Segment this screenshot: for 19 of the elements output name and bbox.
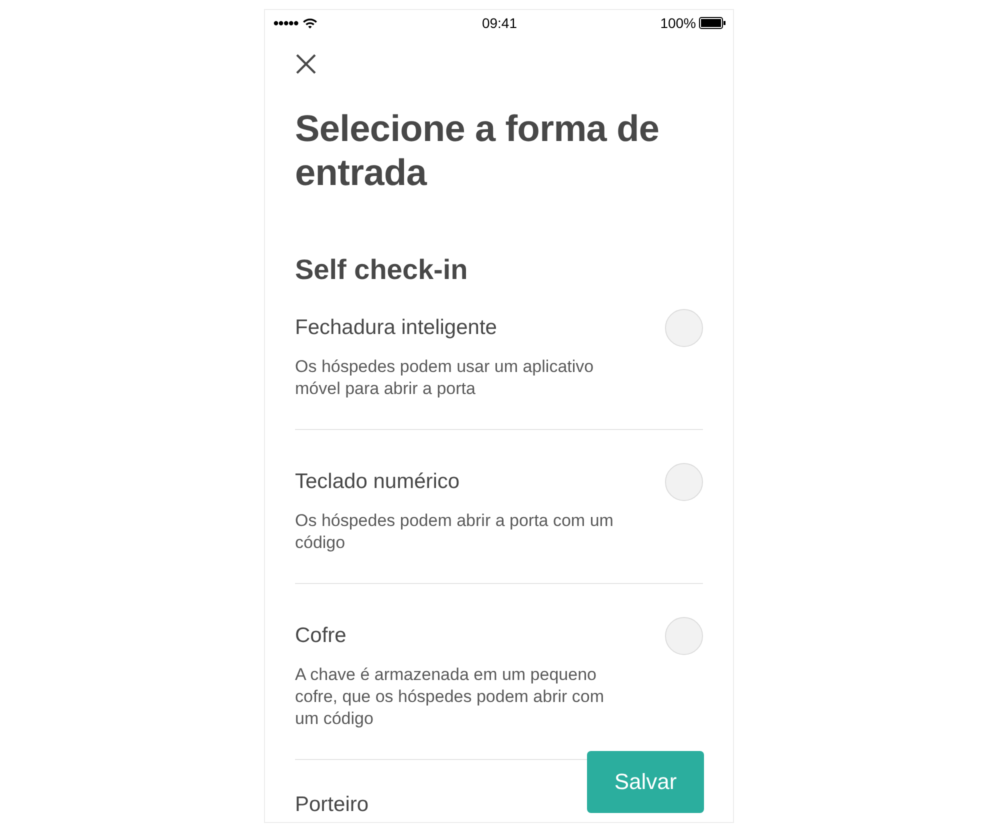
- battery-icon: [699, 17, 726, 29]
- save-button[interactable]: Salvar: [587, 751, 704, 813]
- signal-dots: ●●●●●: [273, 18, 298, 28]
- option-label: Teclado numérico: [295, 470, 460, 494]
- wifi-icon: [302, 17, 318, 29]
- battery-percent: 100%: [660, 15, 696, 31]
- radio-button[interactable]: [665, 309, 703, 347]
- option-description: Os hóspedes podem usar um aplicativo móvel para abrir a porta: [295, 356, 595, 400]
- option-label: Porteiro: [295, 793, 369, 817]
- option-description: A chave é armazenada em um pequeno cofre, que os hóspedes podem abrir com um código: [295, 664, 606, 730]
- radio-button[interactable]: [665, 463, 703, 501]
- close-icon[interactable]: [295, 53, 317, 75]
- option-description: Os hóspedes podem abrir a porta com um código: [295, 510, 614, 554]
- page-title: Selecione a forma de entrada: [295, 107, 660, 195]
- clock-time: 09:41: [480, 15, 518, 31]
- section-heading: Self check-in: [295, 253, 469, 287]
- radio-button[interactable]: [665, 617, 703, 655]
- option-label: Cofre: [295, 624, 346, 648]
- option-label: Fechadura inteligente: [295, 316, 497, 340]
